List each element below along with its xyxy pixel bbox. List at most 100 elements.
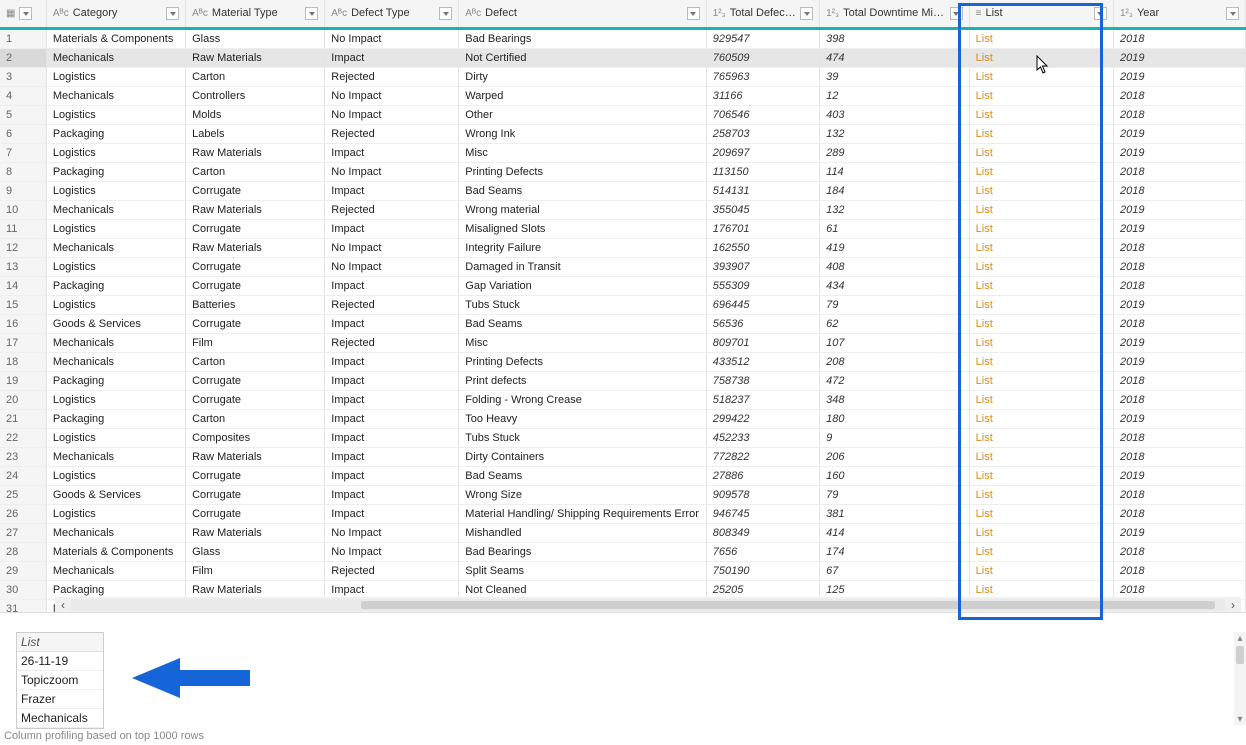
list-cell[interactable]: List <box>969 49 1113 68</box>
column-header-category[interactable]: AᴮcCategory <box>46 0 185 29</box>
list-preview-item[interactable]: 26-11-19 <box>17 652 103 671</box>
list-preview-item[interactable]: Topiczoom <box>17 671 103 690</box>
list-cell[interactable]: List <box>969 372 1113 391</box>
list-preview-item[interactable]: Frazer <box>17 690 103 709</box>
list-cell[interactable]: List <box>969 505 1113 524</box>
table-row[interactable]: 6PackagingLabelsRejectedWrong Ink2587031… <box>0 125 1246 144</box>
table-row[interactable]: 1Materials & ComponentsGlassNo ImpactBad… <box>0 29 1246 49</box>
list-preview-panel[interactable]: List 26-11-19TopiczoomFrazerMechanicals <box>16 632 104 729</box>
table-row[interactable]: 19PackagingCorrugateImpactPrint defects7… <box>0 372 1246 391</box>
list-cell[interactable]: List <box>969 467 1113 486</box>
table-row[interactable]: 28Materials & ComponentsGlassNo ImpactBa… <box>0 543 1246 562</box>
table-row[interactable]: 24LogisticsCorrugateImpactBad Seams27886… <box>0 467 1246 486</box>
table-row[interactable]: 7LogisticsRaw MaterialsImpactMisc2096972… <box>0 144 1246 163</box>
scroll-right-icon[interactable]: › <box>1225 597 1241 612</box>
list-cell[interactable]: List <box>969 239 1113 258</box>
table-row[interactable]: 15LogisticsBatteriesRejectedTubs Stuck69… <box>0 296 1246 315</box>
table-row[interactable]: 2MechanicalsRaw MaterialsImpactNot Certi… <box>0 49 1246 68</box>
row-number-cell: 22 <box>0 429 46 448</box>
scroll-thumb[interactable] <box>1236 646 1244 664</box>
table-row[interactable]: 18MechanicalsCartonImpactPrinting Defect… <box>0 353 1246 372</box>
list-cell[interactable]: List <box>969 562 1113 581</box>
column-header-rownum[interactable]: ▦ <box>0 0 46 29</box>
table-row[interactable]: 3LogisticsCartonRejectedDirty76596339Lis… <box>0 68 1246 87</box>
filter-dropdown-icon[interactable] <box>1094 7 1107 20</box>
scroll-up-icon[interactable]: ▴ <box>1234 632 1246 644</box>
down-cell: 79 <box>820 296 970 315</box>
table-row[interactable]: 21PackagingCartonImpactToo Heavy29942218… <box>0 410 1246 429</box>
list-cell[interactable]: List <box>969 87 1113 106</box>
table-row[interactable]: 8PackagingCartonNo ImpactPrinting Defect… <box>0 163 1246 182</box>
filter-dropdown-icon[interactable] <box>19 7 32 20</box>
table-row[interactable]: 13LogisticsCorrugateNo ImpactDamaged in … <box>0 258 1246 277</box>
table-row[interactable]: 14PackagingCorrugateImpactGap Variation5… <box>0 277 1246 296</box>
column-header-dtype[interactable]: AᴮcDefect Type <box>325 0 459 29</box>
category-cell: Logistics <box>46 106 185 125</box>
list-cell[interactable]: List <box>969 258 1113 277</box>
list-cell[interactable]: List <box>969 220 1113 239</box>
column-header-qty[interactable]: 1²₃Total Defect Qty <box>706 0 819 29</box>
data-grid[interactable]: ▦AᴮcCategoryAᴮcMaterial TypeAᴮcDefect Ty… <box>0 0 1246 613</box>
preview-vertical-scrollbar[interactable]: ▴ ▾ <box>1234 632 1246 725</box>
list-cell[interactable]: List <box>969 391 1113 410</box>
filter-dropdown-icon[interactable] <box>950 7 963 20</box>
list-cell[interactable]: List <box>969 296 1113 315</box>
list-cell[interactable]: List <box>969 68 1113 87</box>
list-cell[interactable]: List <box>969 125 1113 144</box>
list-cell[interactable]: List <box>969 182 1113 201</box>
filter-dropdown-icon[interactable] <box>1226 7 1239 20</box>
list-cell[interactable]: List <box>969 144 1113 163</box>
table-row[interactable]: 27MechanicalsRaw MaterialsNo ImpactMisha… <box>0 524 1246 543</box>
year-cell: 2018 <box>1113 315 1245 334</box>
table-row[interactable]: 20LogisticsCorrugateImpactFolding - Wron… <box>0 391 1246 410</box>
table-row[interactable]: 12MechanicalsRaw MaterialsNo ImpactInteg… <box>0 239 1246 258</box>
column-header-year[interactable]: 1²₃Year <box>1113 0 1245 29</box>
list-cell[interactable]: List <box>969 524 1113 543</box>
table-row[interactable]: 4MechanicalsControllersNo ImpactWarped31… <box>0 87 1246 106</box>
column-header-list[interactable]: ≡List <box>969 0 1113 29</box>
list-cell[interactable]: List <box>969 410 1113 429</box>
column-header-down[interactable]: 1²₃Total Downtime Minutes <box>820 0 970 29</box>
table-row[interactable]: 9LogisticsCorrugateImpactBad Seams514131… <box>0 182 1246 201</box>
table-row[interactable]: 11LogisticsCorrugateImpactMisaligned Slo… <box>0 220 1246 239</box>
list-cell[interactable]: List <box>969 353 1113 372</box>
year-cell: 2019 <box>1113 467 1245 486</box>
filter-dropdown-icon[interactable] <box>687 7 700 20</box>
scroll-thumb[interactable] <box>361 601 1215 609</box>
list-preview-item[interactable]: Mechanicals <box>17 709 103 728</box>
column-header-defect[interactable]: AᴮcDefect <box>459 0 706 29</box>
list-cell[interactable]: List <box>969 448 1113 467</box>
table-row[interactable]: 29MechanicalsFilmRejectedSplit Seams7501… <box>0 562 1246 581</box>
list-cell[interactable]: List <box>969 106 1113 125</box>
list-cell[interactable]: List <box>969 201 1113 220</box>
list-cell[interactable]: List <box>969 315 1113 334</box>
list-cell[interactable]: List <box>969 429 1113 448</box>
filter-dropdown-icon[interactable] <box>305 7 318 20</box>
table-row[interactable]: 22LogisticsCompositesImpactTubs Stuck452… <box>0 429 1246 448</box>
row-number-cell: 26 <box>0 505 46 524</box>
table-row[interactable]: 23MechanicalsRaw MaterialsImpactDirty Co… <box>0 448 1246 467</box>
category-cell: Mechanicals <box>46 201 185 220</box>
scroll-down-icon[interactable]: ▾ <box>1234 713 1246 725</box>
table-row[interactable]: 17MechanicalsFilmRejectedMisc809701107Li… <box>0 334 1246 353</box>
table-row[interactable]: 26LogisticsCorrugateImpactMaterial Handl… <box>0 505 1246 524</box>
table-row[interactable]: 5LogisticsMoldsNo ImpactOther706546403Li… <box>0 106 1246 125</box>
list-cell[interactable]: List <box>969 29 1113 49</box>
horizontal-scrollbar[interactable]: ‹ › <box>55 597 1241 612</box>
list-cell[interactable]: List <box>969 334 1113 353</box>
table-row[interactable]: 16Goods & ServicesCorrugateImpactBad Sea… <box>0 315 1246 334</box>
filter-dropdown-icon[interactable] <box>439 7 452 20</box>
filter-dropdown-icon[interactable] <box>166 7 179 20</box>
table-row[interactable]: 25Goods & ServicesCorrugateImpactWrong S… <box>0 486 1246 505</box>
material-cell: Molds <box>186 106 325 125</box>
table-row[interactable]: 10MechanicalsRaw MaterialsRejectedWrong … <box>0 201 1246 220</box>
year-cell: 2018 <box>1113 429 1245 448</box>
list-cell[interactable]: List <box>969 543 1113 562</box>
filter-dropdown-icon[interactable] <box>800 7 813 20</box>
list-cell[interactable]: List <box>969 277 1113 296</box>
scroll-left-icon[interactable]: ‹ <box>55 597 71 612</box>
list-cell[interactable]: List <box>969 486 1113 505</box>
scroll-track[interactable] <box>71 599 1225 611</box>
list-cell[interactable]: List <box>969 163 1113 182</box>
column-header-material[interactable]: AᴮcMaterial Type <box>186 0 325 29</box>
